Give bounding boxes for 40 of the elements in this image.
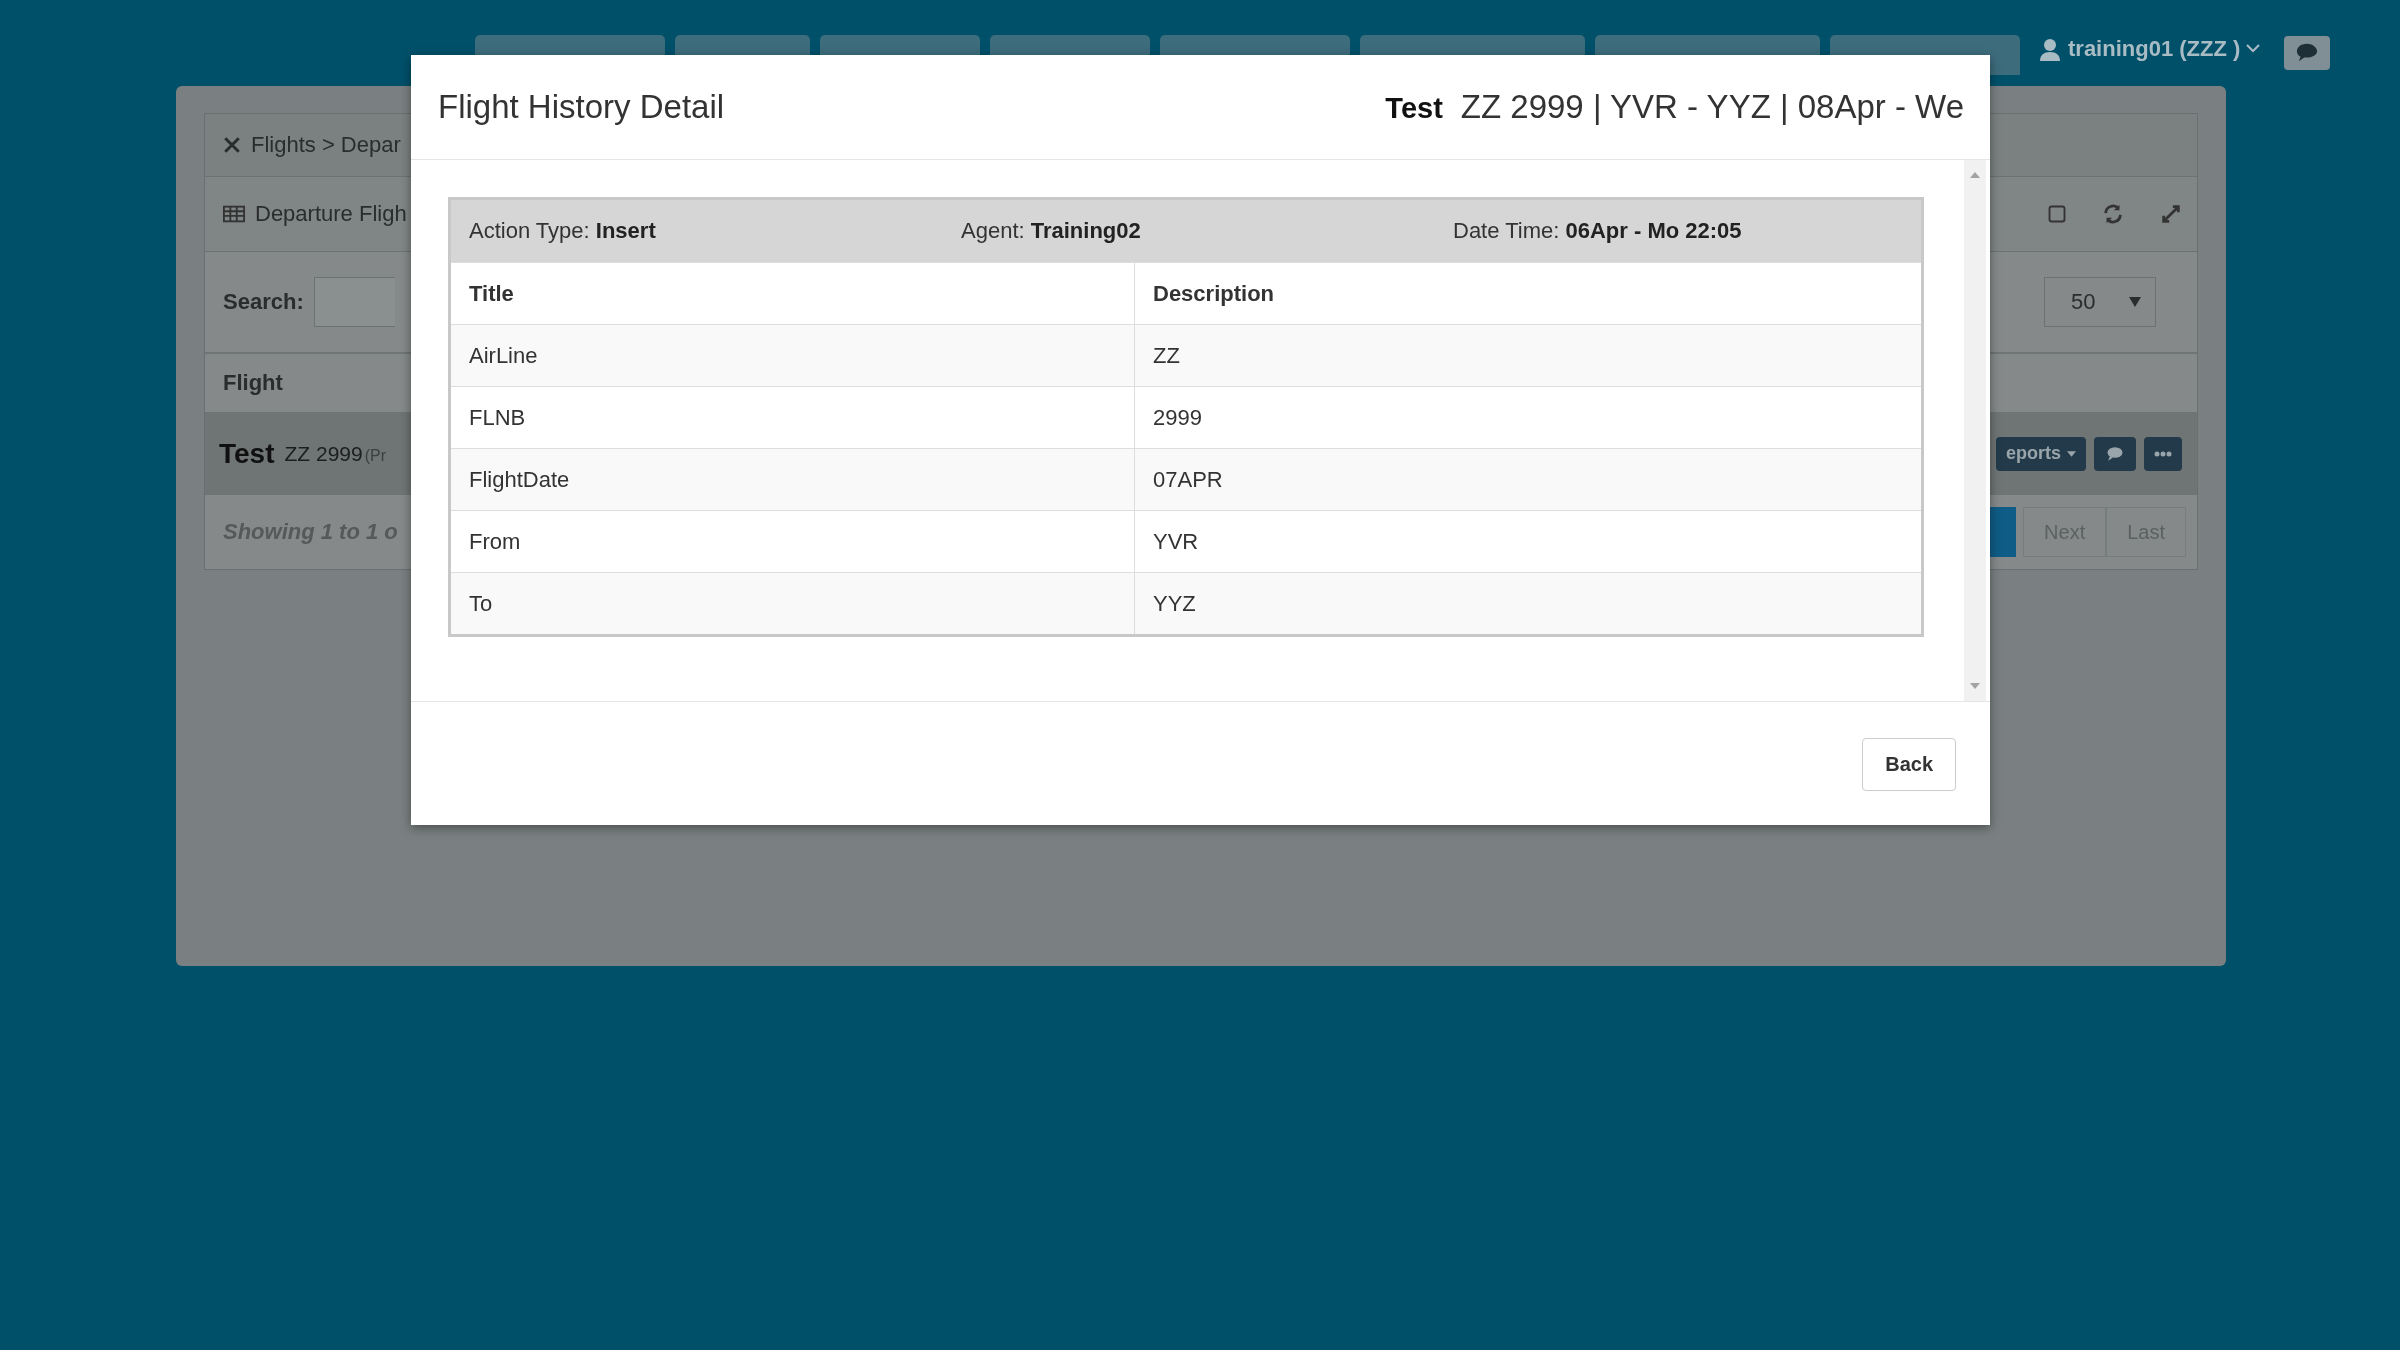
user-icon (2038, 37, 2062, 61)
more-button[interactable] (2144, 436, 2182, 471)
chat-button[interactable] (2284, 36, 2331, 70)
table-cell-text: AirLine (468, 341, 539, 370)
square-icon (2048, 205, 2066, 223)
table-cell-text: To (468, 589, 494, 618)
flight-summary: ZZ 2999 | YVR - YYZ | 08Apr - We (1460, 88, 1964, 126)
user-name[interactable]: training01 (ZZZ ) (2068, 36, 2241, 62)
history-meta: Date Time: 06Apr - Mo 22:05 (1453, 218, 1743, 244)
flight-number: ZZ 2999 (284, 441, 363, 466)
history-meta: Agent: Training02 (961, 218, 1142, 244)
table-icon (223, 205, 245, 223)
table-cell: ZZ (1134, 325, 1921, 386)
caret-icon (2246, 44, 2261, 54)
modal-title: Flight History Detail (438, 88, 725, 126)
reports-button[interactable]: eports (1996, 436, 2086, 471)
caret-icon (2067, 450, 2076, 457)
history-meta: Action Type: Insert (469, 218, 657, 244)
table-cell: YYZ (1134, 573, 1921, 634)
page-size-select[interactable]: 50 (2044, 277, 2156, 327)
table-cell: 07APR (1134, 449, 1921, 510)
flight-name: Test (1385, 92, 1443, 125)
back-button[interactable]: Back (1862, 738, 1956, 791)
column-header: Title (468, 279, 515, 308)
panel-title: Departure Fligh (255, 201, 407, 227)
caret-icon (2129, 297, 2141, 307)
table-cell-text: FLNB (468, 403, 527, 432)
column-header: Flight (223, 370, 283, 396)
refresh-icon (2102, 203, 2124, 225)
table-cell-text: FlightDate (468, 465, 571, 494)
ellipsis-icon (2154, 450, 2172, 457)
table-cell-text: From (468, 527, 522, 556)
scrollbar[interactable] (1964, 160, 1986, 701)
search-field[interactable] (313, 277, 395, 327)
breadcrumb[interactable]: Flights > Depar (251, 132, 401, 158)
expand-icon (2160, 203, 2182, 225)
comment-button[interactable] (2094, 436, 2136, 471)
flight-name: Test (219, 437, 275, 470)
scroll-down-icon (1970, 683, 1980, 689)
search-label: Search: (223, 289, 304, 315)
